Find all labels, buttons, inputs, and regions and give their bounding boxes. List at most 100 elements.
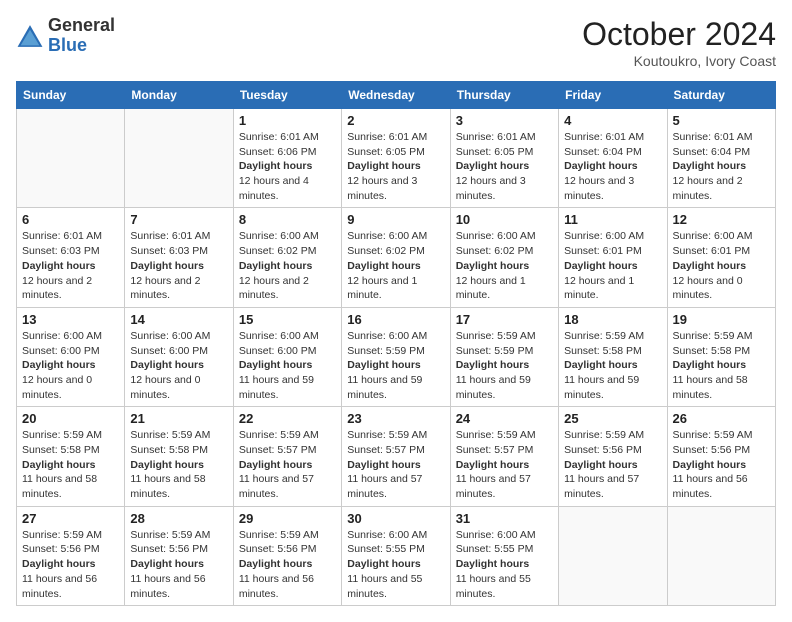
- weekday-header: Friday: [559, 82, 667, 109]
- day-number: 29: [239, 511, 336, 526]
- logo-icon: [16, 22, 44, 50]
- calendar-cell: 23 Sunrise: 5:59 AMSunset: 5:57 PMDayligh…: [342, 407, 450, 506]
- day-number: 8: [239, 212, 336, 227]
- calendar-cell: 14 Sunrise: 6:00 AMSunset: 6:00 PMDayligh…: [125, 307, 233, 406]
- calendar-cell: 10 Sunrise: 6:00 AMSunset: 6:02 PMDayligh…: [450, 208, 558, 307]
- weekday-header: Wednesday: [342, 82, 450, 109]
- day-info: Sunrise: 5:59 AMSunset: 5:58 PMDaylight …: [564, 329, 661, 402]
- logo-text: General Blue: [48, 16, 115, 56]
- calendar-cell: 21 Sunrise: 5:59 AMSunset: 5:58 PMDayligh…: [125, 407, 233, 506]
- day-number: 27: [22, 511, 119, 526]
- title-block: October 2024 Koutoukro, Ivory Coast: [582, 16, 776, 69]
- day-info: Sunrise: 5:59 AMSunset: 5:56 PMDaylight …: [130, 528, 227, 601]
- day-info: Sunrise: 6:01 AMSunset: 6:06 PMDaylight …: [239, 130, 336, 203]
- day-info: Sunrise: 5:59 AMSunset: 5:56 PMDaylight …: [673, 428, 770, 501]
- day-number: 20: [22, 411, 119, 426]
- calendar-cell: 29 Sunrise: 5:59 AMSunset: 5:56 PMDayligh…: [233, 506, 341, 605]
- day-number: 5: [673, 113, 770, 128]
- day-number: 30: [347, 511, 444, 526]
- day-info: Sunrise: 6:00 AMSunset: 6:02 PMDaylight …: [347, 229, 444, 302]
- day-number: 23: [347, 411, 444, 426]
- day-number: 9: [347, 212, 444, 227]
- day-number: 11: [564, 212, 661, 227]
- calendar-cell: [559, 506, 667, 605]
- day-info: Sunrise: 6:01 AMSunset: 6:04 PMDaylight …: [564, 130, 661, 203]
- day-info: Sunrise: 6:00 AMSunset: 6:00 PMDaylight …: [22, 329, 119, 402]
- calendar-cell: 2Sunrise: 6:01 AMSunset: 6:05 PMDaylight…: [342, 109, 450, 208]
- day-number: 3: [456, 113, 553, 128]
- week-row: 13 Sunrise: 6:00 AMSunset: 6:00 PMDayligh…: [17, 307, 776, 406]
- day-number: 24: [456, 411, 553, 426]
- calendar-cell: 28 Sunrise: 5:59 AMSunset: 5:56 PMDayligh…: [125, 506, 233, 605]
- day-info: Sunrise: 6:00 AMSunset: 5:55 PMDaylight …: [456, 528, 553, 601]
- calendar-cell: 20 Sunrise: 5:59 AMSunset: 5:58 PMDayligh…: [17, 407, 125, 506]
- day-number: 1: [239, 113, 336, 128]
- calendar-cell: 25 Sunrise: 5:59 AMSunset: 5:56 PMDayligh…: [559, 407, 667, 506]
- calendar-cell: 3Sunrise: 6:01 AMSunset: 6:05 PMDaylight…: [450, 109, 558, 208]
- calendar-cell: 16 Sunrise: 6:00 AMSunset: 5:59 PMDayligh…: [342, 307, 450, 406]
- calendar-cell: 18 Sunrise: 5:59 AMSunset: 5:58 PMDayligh…: [559, 307, 667, 406]
- calendar-cell: 30 Sunrise: 6:00 AMSunset: 5:55 PMDayligh…: [342, 506, 450, 605]
- day-info: Sunrise: 6:00 AMSunset: 5:59 PMDaylight …: [347, 329, 444, 402]
- day-info: Sunrise: 6:01 AMSunset: 6:04 PMDaylight …: [673, 130, 770, 203]
- day-number: 13: [22, 312, 119, 327]
- calendar-cell: [125, 109, 233, 208]
- weekday-header: Thursday: [450, 82, 558, 109]
- calendar-cell: 31 Sunrise: 6:00 AMSunset: 5:55 PMDayligh…: [450, 506, 558, 605]
- logo: General Blue: [16, 16, 115, 56]
- calendar-cell: 6 Sunrise: 6:01 AMSunset: 6:03 PMDaylight…: [17, 208, 125, 307]
- day-info: Sunrise: 6:00 AMSunset: 6:00 PMDaylight …: [130, 329, 227, 402]
- day-info: Sunrise: 5:59 AMSunset: 5:56 PMDaylight …: [22, 528, 119, 601]
- day-info: Sunrise: 5:59 AMSunset: 5:56 PMDaylight …: [239, 528, 336, 601]
- day-number: 7: [130, 212, 227, 227]
- day-number: 6: [22, 212, 119, 227]
- day-number: 10: [456, 212, 553, 227]
- day-number: 25: [564, 411, 661, 426]
- day-number: 19: [673, 312, 770, 327]
- day-info: Sunrise: 6:01 AMSunset: 6:03 PMDaylight …: [22, 229, 119, 302]
- day-number: 22: [239, 411, 336, 426]
- day-number: 18: [564, 312, 661, 327]
- weekday-header: Monday: [125, 82, 233, 109]
- day-info: Sunrise: 6:01 AMSunset: 6:03 PMDaylight …: [130, 229, 227, 302]
- weekday-header: Saturday: [667, 82, 775, 109]
- day-info: Sunrise: 6:00 AMSunset: 5:55 PMDaylight …: [347, 528, 444, 601]
- week-row: 27 Sunrise: 5:59 AMSunset: 5:56 PMDayligh…: [17, 506, 776, 605]
- day-info: Sunrise: 6:00 AMSunset: 6:01 PMDaylight …: [564, 229, 661, 302]
- day-info: Sunrise: 5:59 AMSunset: 5:57 PMDaylight …: [347, 428, 444, 501]
- day-number: 15: [239, 312, 336, 327]
- day-info: Sunrise: 5:59 AMSunset: 5:58 PMDaylight …: [673, 329, 770, 402]
- calendar-cell: 7 Sunrise: 6:01 AMSunset: 6:03 PMDaylight…: [125, 208, 233, 307]
- page-header: General Blue October 2024 Koutoukro, Ivo…: [16, 16, 776, 69]
- day-number: 26: [673, 411, 770, 426]
- calendar-cell: [667, 506, 775, 605]
- calendar-cell: 9 Sunrise: 6:00 AMSunset: 6:02 PMDaylight…: [342, 208, 450, 307]
- calendar-table: SundayMondayTuesdayWednesdayThursdayFrid…: [16, 81, 776, 606]
- day-info: Sunrise: 5:59 AMSunset: 5:57 PMDaylight …: [239, 428, 336, 501]
- week-row: 6 Sunrise: 6:01 AMSunset: 6:03 PMDaylight…: [17, 208, 776, 307]
- day-info: Sunrise: 6:00 AMSunset: 6:02 PMDaylight …: [456, 229, 553, 302]
- calendar-cell: 12Sunrise: 6:00 AMSunset: 6:01 PMDayligh…: [667, 208, 775, 307]
- calendar-cell: [17, 109, 125, 208]
- month-title: October 2024: [582, 16, 776, 53]
- day-number: 21: [130, 411, 227, 426]
- calendar-cell: 24 Sunrise: 5:59 AMSunset: 5:57 PMDayligh…: [450, 407, 558, 506]
- calendar-cell: 4 Sunrise: 6:01 AMSunset: 6:04 PMDaylight…: [559, 109, 667, 208]
- day-number: 4: [564, 113, 661, 128]
- day-info: Sunrise: 6:00 AMSunset: 6:02 PMDaylight …: [239, 229, 336, 302]
- calendar-cell: 19 Sunrise: 5:59 AMSunset: 5:58 PMDayligh…: [667, 307, 775, 406]
- day-info: Sunrise: 5:59 AMSunset: 5:58 PMDaylight …: [130, 428, 227, 501]
- day-info: Sunrise: 5:59 AMSunset: 5:56 PMDaylight …: [564, 428, 661, 501]
- weekday-header: Sunday: [17, 82, 125, 109]
- day-info: Sunrise: 6:00 AMSunset: 6:00 PMDaylight …: [239, 329, 336, 402]
- day-info: Sunrise: 6:01 AMSunset: 6:05 PMDaylight …: [347, 130, 444, 203]
- week-row: 1 Sunrise: 6:01 AMSunset: 6:06 PMDaylight…: [17, 109, 776, 208]
- day-number: 14: [130, 312, 227, 327]
- calendar-cell: 11 Sunrise: 6:00 AMSunset: 6:01 PMDayligh…: [559, 208, 667, 307]
- day-info: Sunrise: 5:59 AMSunset: 5:58 PMDaylight …: [22, 428, 119, 501]
- day-number: 31: [456, 511, 553, 526]
- day-info: Sunrise: 5:59 AMSunset: 5:59 PMDaylight …: [456, 329, 553, 402]
- day-info: Sunrise: 5:59 AMSunset: 5:57 PMDaylight …: [456, 428, 553, 501]
- day-number: 28: [130, 511, 227, 526]
- day-number: 16: [347, 312, 444, 327]
